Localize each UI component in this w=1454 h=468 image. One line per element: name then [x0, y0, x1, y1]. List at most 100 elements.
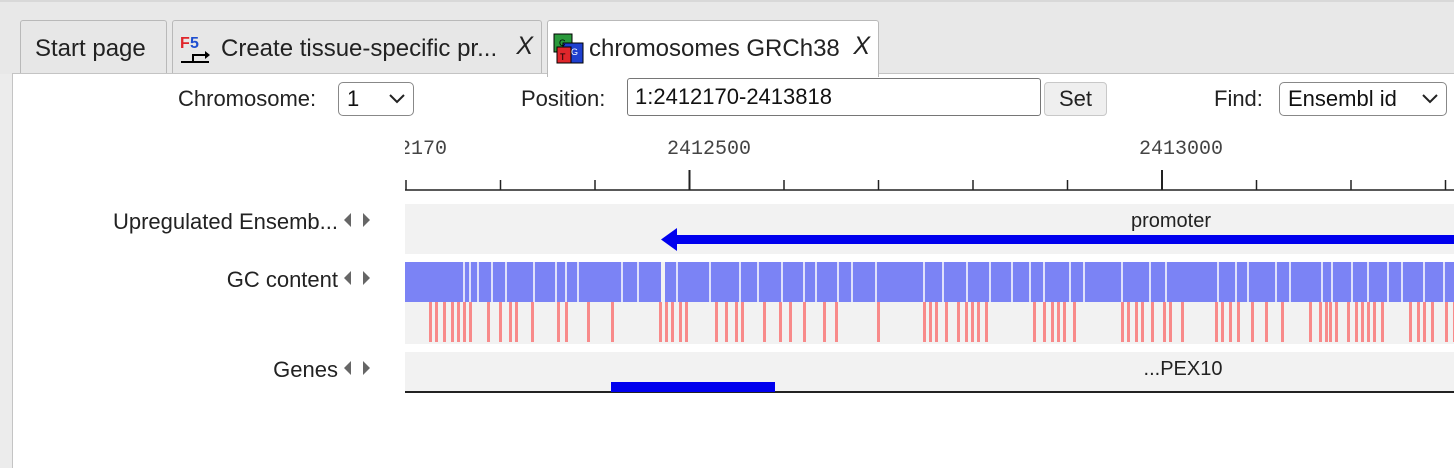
- gc-low-mark: [835, 302, 838, 342]
- gc-gap: [1443, 262, 1445, 302]
- position-label: Position:: [521, 86, 606, 111]
- gc-low-mark: [665, 302, 668, 342]
- tab-create-tissue-specific[interactable]: F 5 Create tissue-specific pr... X: [172, 20, 542, 76]
- gc-gap: [491, 262, 493, 302]
- gc-low-mark: [1347, 302, 1350, 342]
- gc-low-mark: [1073, 302, 1076, 342]
- gc-gap: [469, 262, 471, 302]
- set-button-label: Set: [1058, 86, 1093, 111]
- gc-gap: [875, 262, 877, 302]
- tab-label: chromosomes GRCh38: [589, 35, 840, 62]
- track-nav-arrows[interactable]: [343, 268, 373, 293]
- gene-exon[interactable]: [611, 382, 775, 392]
- gc-gap: [1149, 262, 1151, 302]
- set-button[interactable]: Set: [1044, 82, 1107, 116]
- gc-gap: [1351, 262, 1353, 302]
- ruler-tick-label: 2412500: [667, 138, 751, 161]
- tab-chromosomes-grch38[interactable]: C G T chromosomes GRCh38 X: [547, 20, 879, 77]
- gc-gap: [1387, 262, 1389, 302]
- gc-low-mark: [1063, 302, 1066, 342]
- track-upregulated: promoter: [405, 204, 1454, 254]
- gc-low-mark: [923, 302, 926, 342]
- gc-gap: [803, 262, 805, 302]
- svg-text:F: F: [180, 35, 190, 52]
- gc-gap: [1217, 262, 1219, 302]
- genome-browser-panel: Chromosome: 1 Position: 1:2412170-241381…: [12, 73, 1454, 468]
- promoter-feature[interactable]: [673, 235, 1454, 244]
- gc-gap: [577, 262, 579, 302]
- f5-icon: F 5: [179, 32, 213, 66]
- gc-gap: [851, 262, 853, 302]
- position-input[interactable]: 1:2412170-2413818: [627, 78, 1041, 116]
- gc-low-mark: [1135, 302, 1138, 342]
- gc-low-mark: [1229, 302, 1232, 342]
- gc-gap: [1275, 262, 1277, 302]
- gc-gap: [1247, 262, 1249, 302]
- gc-low-mark: [1445, 302, 1448, 342]
- svg-text:T: T: [560, 52, 566, 62]
- find-label: Find:: [1214, 86, 1263, 111]
- gc-low-mark: [1355, 302, 1358, 342]
- gc-low-mark: [531, 302, 534, 342]
- gc-low-mark: [685, 302, 688, 342]
- gc-low-mark: [929, 302, 932, 342]
- gc-low-mark: [1329, 302, 1332, 342]
- gc-gap: [815, 262, 817, 302]
- gc-low-mark: [1151, 302, 1154, 342]
- ruler-tick-label: 2413000: [1139, 138, 1223, 161]
- gc-gap: [463, 262, 465, 302]
- track-label-genes[interactable]: Genes: [273, 357, 338, 383]
- track-genes: ...PEX10: [405, 352, 1454, 393]
- gc-low-mark: [457, 302, 460, 342]
- chromosome-label: Chromosome:: [178, 86, 317, 111]
- gc-low-mark: [1423, 302, 1426, 342]
- gc-gap: [1069, 262, 1071, 302]
- track-gc-content: [405, 262, 1454, 344]
- gc-low-mark: [1381, 302, 1384, 342]
- gc-low-mark: [1181, 302, 1184, 342]
- chromosome-select[interactable]: 1: [338, 82, 414, 116]
- track-label-gc-content[interactable]: GC content: [227, 267, 338, 293]
- gc-low-mark: [515, 302, 518, 342]
- gc-low-mark: [1361, 302, 1364, 342]
- gc-low-mark: [965, 302, 968, 342]
- gc-gap: [942, 262, 944, 302]
- tab-start-page[interactable]: Start page: [20, 20, 167, 76]
- gc-gap: [989, 262, 991, 302]
- gc-low-mark: [1319, 302, 1322, 342]
- gc-low-mark: [1335, 302, 1338, 342]
- close-icon[interactable]: X: [516, 32, 533, 61]
- find-select[interactable]: Ensembl id: [1279, 82, 1447, 116]
- gc-gap: [709, 262, 711, 302]
- gc-low-mark: [509, 302, 512, 342]
- gc-low-mark: [1325, 302, 1328, 342]
- gc-gap: [1121, 262, 1123, 302]
- gc-gap: [555, 262, 557, 302]
- gc-gap: [1165, 262, 1167, 302]
- gc-low-mark: [443, 302, 446, 342]
- gc-gap: [1043, 262, 1045, 302]
- gc-low-mark: [735, 302, 738, 342]
- gc-gap: [781, 262, 783, 302]
- gc-low-mark: [1127, 302, 1130, 342]
- svg-text:G: G: [571, 47, 578, 57]
- gc-gap: [661, 262, 665, 302]
- gc-gap: [1401, 262, 1403, 302]
- gc-low-mark: [1309, 302, 1312, 342]
- gc-low-mark: [1121, 302, 1124, 342]
- tab-bar: Start page F 5 Create tissue-specific pr…: [0, 0, 1454, 77]
- gc-low-mark: [557, 302, 560, 342]
- gc-low-mark: [877, 302, 880, 342]
- gc-low-mark: [1141, 302, 1144, 342]
- gc-low-mark: [1409, 302, 1412, 342]
- track-nav-arrows[interactable]: [343, 358, 373, 383]
- close-icon[interactable]: X: [853, 32, 870, 61]
- gc-low-mark: [679, 302, 682, 342]
- gc-low-mark: [1163, 302, 1166, 342]
- track-nav-arrows[interactable]: [343, 210, 373, 235]
- gc-low-mark: [1431, 302, 1434, 342]
- gc-low-mark: [1057, 302, 1060, 342]
- gc-low-mark: [1367, 302, 1370, 342]
- tab-label: Create tissue-specific pr...: [221, 34, 498, 62]
- track-label-upregulated[interactable]: Upregulated Ensemb...: [113, 209, 338, 235]
